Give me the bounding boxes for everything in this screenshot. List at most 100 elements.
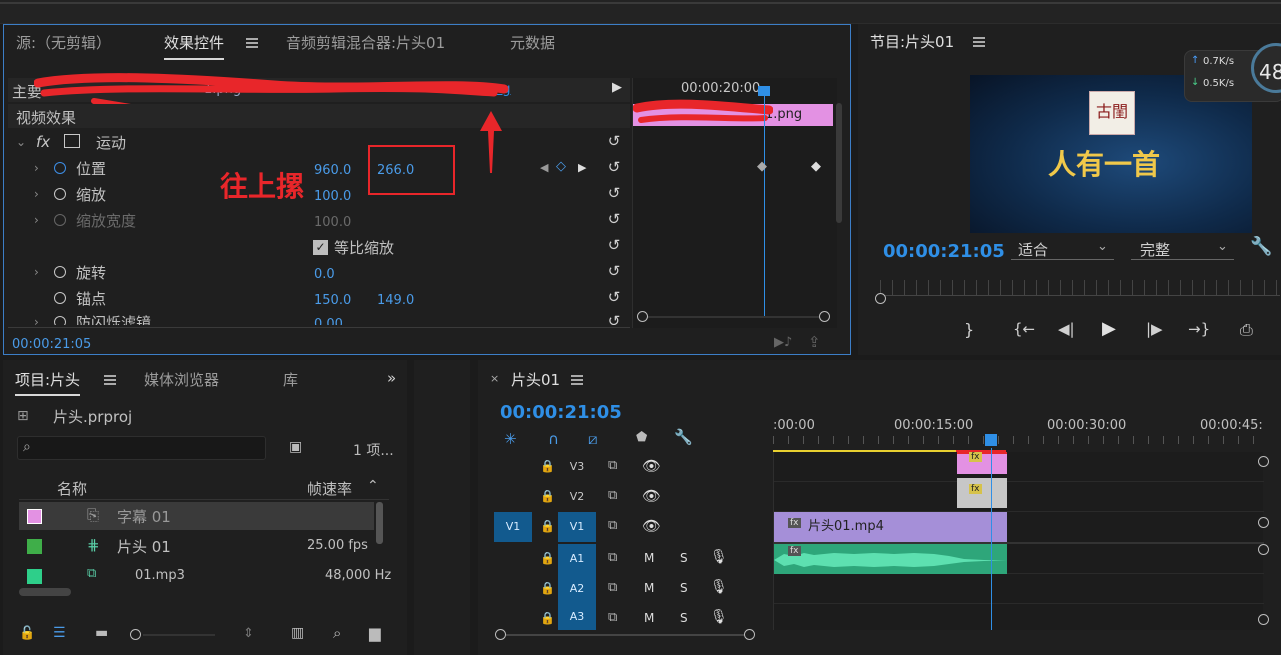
export-icon[interactable]: ⇪ — [808, 333, 821, 351]
timeline-timecode[interactable]: 00:00:21:05 — [500, 402, 622, 423]
track-height-knob[interactable] — [1258, 614, 1269, 625]
scale-value[interactable]: 100.0 — [314, 189, 351, 204]
scroll-knob[interactable] — [819, 311, 830, 322]
lock-icon[interactable]: 🔓 — [19, 626, 35, 641]
step-back-icon[interactable]: ◀| — [1058, 320, 1075, 338]
stopwatch-icon[interactable] — [54, 292, 66, 304]
col-name-header[interactable]: 名称 — [57, 478, 87, 499]
playhead-knob[interactable] — [875, 293, 886, 304]
fit-dropdown[interactable]: 适合 ⌄ — [1011, 238, 1114, 260]
keyframe-icon[interactable]: ◆ — [757, 159, 767, 174]
scroll-knob[interactable] — [637, 311, 648, 322]
new-bin-icon[interactable]: ▣ — [289, 439, 302, 455]
play-arrow-icon[interactable]: ▶ — [612, 80, 622, 95]
mini-playhead-handle[interactable] — [758, 86, 770, 96]
source-patch-v1[interactable]: V1 — [494, 512, 532, 542]
icon-view-icon[interactable]: ▬ — [95, 625, 108, 641]
stopwatch-icon[interactable] — [54, 266, 66, 278]
go-to-in-icon[interactable]: {← — [1013, 320, 1035, 338]
add-keyframe-icon[interactable]: ◇ — [556, 159, 566, 174]
eye-icon[interactable]: 👁 — [642, 517, 661, 535]
reset-icon[interactable]: ↺ — [606, 237, 622, 253]
track-label-v2[interactable]: V2 — [558, 482, 596, 512]
clip-v2[interactable]: fx — [957, 478, 1007, 508]
h-scroll-knob[interactable] — [744, 629, 755, 640]
chevron-right-icon[interactable]: › — [34, 315, 39, 325]
mute-button[interactable]: M — [644, 611, 654, 625]
chevron-right-icon[interactable]: › — [34, 265, 39, 279]
track-label-v1[interactable]: V1 — [558, 512, 596, 542]
program-timecode[interactable]: 00:00:21:05 — [883, 241, 1005, 262]
sync-icon[interactable]: ⧉ — [608, 458, 617, 473]
reset-icon[interactable]: ↺ — [606, 313, 622, 325]
reset-icon[interactable]: ↺ — [606, 263, 622, 279]
sync-icon[interactable]: ⧉ — [608, 550, 617, 565]
col-rate-header[interactable]: 帧速率 — [307, 478, 352, 499]
fx-icon[interactable]: fx — [36, 133, 50, 151]
reset-icon[interactable]: ↺ — [606, 289, 622, 305]
uniform-scale-checkbox[interactable]: ✓ — [313, 240, 328, 255]
transform-icon[interactable] — [64, 134, 80, 148]
reset-icon[interactable]: ↺ — [606, 211, 622, 227]
lock-icon[interactable]: 🔒 — [540, 581, 555, 595]
lock-icon[interactable]: 🔒 — [540, 551, 555, 565]
mark-out-icon[interactable]: } — [964, 320, 974, 339]
mini-scrollbar[interactable] — [643, 316, 823, 318]
list-item[interactable]: ⋕ 片头 01 25.00 fps — [19, 532, 374, 560]
lock-icon[interactable]: 🔒 — [540, 459, 555, 473]
tab-source[interactable]: 源:（无剪辑） — [16, 32, 111, 53]
new-folder-icon[interactable]: ▆ — [369, 624, 381, 642]
tab-metadata[interactable]: 元数据 — [510, 32, 555, 53]
zoom-slider-knob[interactable] — [130, 629, 141, 640]
mic-icon[interactable]: 🎙 — [710, 549, 728, 565]
chevron-down-icon[interactable]: ⌄ — [16, 135, 26, 149]
zoom-slider-track[interactable] — [143, 634, 215, 636]
list-item[interactable]: ⧉ 01.mp3 48,000 Hz — [19, 562, 391, 590]
play-icon[interactable]: ▶ — [1102, 318, 1116, 339]
lock-icon[interactable]: 🔒 — [540, 519, 555, 533]
stopwatch-icon[interactable] — [54, 188, 66, 200]
tab-effect-controls[interactable]: 效果控件 — [164, 32, 225, 60]
snap-icon[interactable]: ∩ — [548, 430, 559, 448]
lock-icon[interactable]: 🔒 — [540, 489, 555, 503]
export-frame-icon[interactable]: ▶♪ — [774, 335, 792, 350]
clip-v3-title[interactable]: fx — [957, 452, 1007, 474]
panel-menu-icon[interactable] — [246, 38, 258, 48]
track-area[interactable]: fx fx fx 片头01.mp4 fx — [773, 448, 1264, 630]
track-height-knob[interactable] — [1258, 517, 1269, 528]
prev-keyframe-icon[interactable]: ◀ — [540, 161, 548, 174]
close-icon[interactable]: × — [490, 372, 499, 385]
track-label-v3[interactable]: V3 — [558, 452, 596, 482]
sync-icon[interactable]: ⧉ — [608, 488, 617, 503]
sort-icon[interactable]: ⇕ — [243, 626, 254, 641]
chevron-right-icon[interactable]: › — [34, 187, 39, 201]
step-forward-icon[interactable]: |▶ — [1146, 320, 1163, 338]
panel-menu-icon[interactable] — [973, 37, 985, 47]
panel-menu-icon[interactable] — [571, 375, 583, 385]
list-item[interactable]: ⎘ 字幕 01 — [19, 502, 374, 530]
lock-icon[interactable]: 🔒 — [540, 611, 555, 625]
clip-a1[interactable]: fx — [774, 544, 1007, 574]
automate-icon[interactable]: ▥ — [291, 625, 304, 641]
tab-audio-mixer[interactable]: 音频剪辑混合器:片头01 — [286, 32, 445, 53]
nest-icon[interactable]: ✳ — [504, 430, 517, 448]
position-x-value[interactable]: 960.0 — [314, 163, 351, 178]
timeline-title[interactable]: 片头01 — [511, 369, 560, 390]
export-frame-icon[interactable]: ⎙ — [1240, 320, 1253, 340]
list-scrollbar[interactable] — [376, 502, 383, 544]
reset-icon[interactable]: ↺ — [606, 133, 622, 149]
solo-button[interactable]: S — [680, 581, 688, 595]
keyframe-icon[interactable]: ◆ — [811, 159, 821, 174]
stopwatch-icon[interactable] — [54, 316, 66, 325]
playhead-handle[interactable] — [985, 434, 997, 446]
reset-icon[interactable]: ↺ — [606, 159, 622, 175]
tab-media-browser[interactable]: 媒体浏览器 — [144, 369, 219, 390]
vertical-scrollbar[interactable] — [836, 103, 842, 223]
track-label-a2[interactable]: A2 — [558, 574, 596, 604]
rotation-value[interactable]: 0.0 — [314, 267, 335, 282]
list-h-scrollbar[interactable] — [19, 588, 71, 596]
linked-selection-icon[interactable]: ⧄ — [588, 430, 598, 448]
next-keyframe-icon[interactable]: ▶ — [578, 161, 586, 174]
wrench-icon[interactable]: 🔧 — [1250, 236, 1272, 257]
track-label-a1[interactable]: A1 — [558, 544, 596, 574]
